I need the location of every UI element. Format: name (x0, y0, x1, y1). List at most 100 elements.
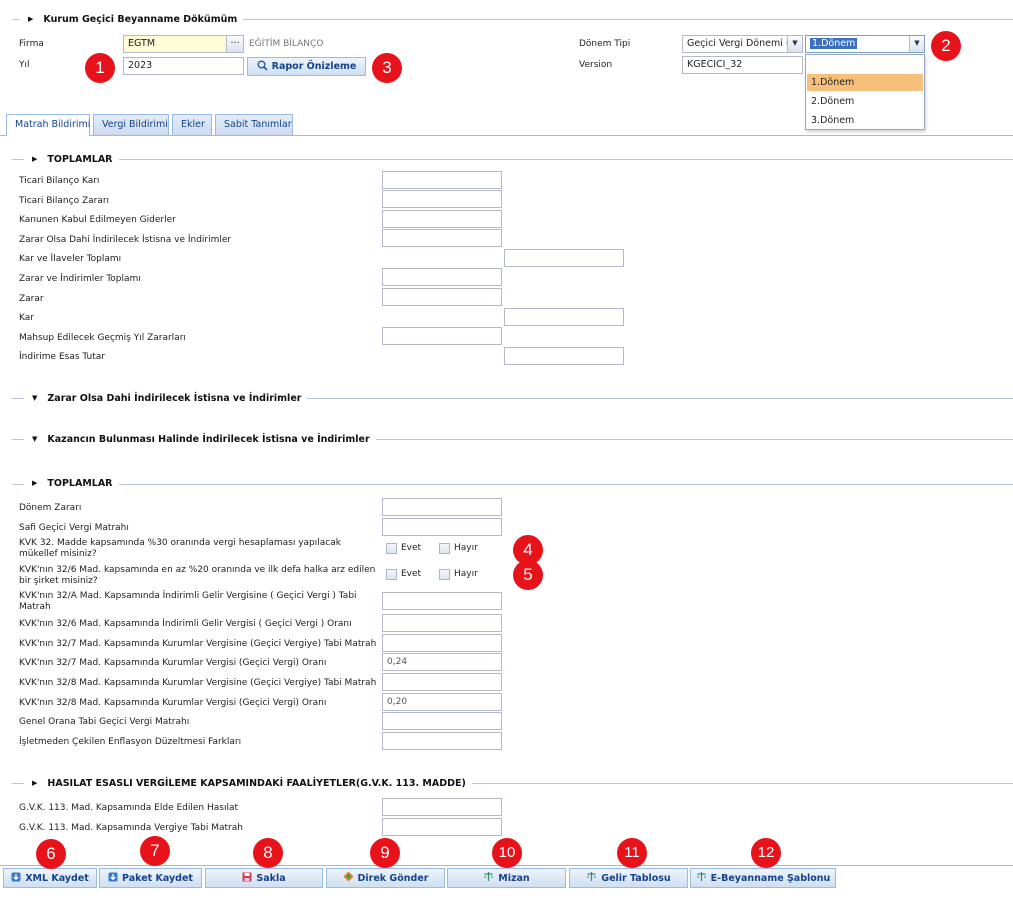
badge-1: 1 (85, 53, 115, 83)
kvk326-oran-input[interactable] (382, 614, 502, 632)
collapse-triangle-icon[interactable]: ▶ (32, 477, 37, 489)
donem-tipi-label: Dönem Tipi (579, 39, 631, 49)
dropdown-option[interactable]: 2.Dönem (807, 93, 923, 110)
donem-tipi-select[interactable]: Geçici Vergi Dönemi ( ▼ (682, 35, 803, 53)
hasilat-input[interactable] (382, 798, 502, 816)
balance-icon (586, 871, 597, 885)
tab-matrah-bildirimi[interactable]: Matrah Bildirimi (6, 114, 90, 136)
kvk328-matrah-label: KVK'nın 32/8 Mad. Kapsamında Kurumlar Ve… (19, 678, 377, 688)
collapse-triangle-icon[interactable]: ▶ (28, 13, 33, 25)
sakla-label: Sakla (256, 872, 286, 884)
dropdown-option[interactable]: 3.Dönem (807, 112, 923, 129)
direk-gonder-button[interactable]: Direk Gönder (326, 868, 445, 888)
header-title: ▶ Kurum Geçici Beyanname Dökümüm (20, 13, 244, 26)
ticari-bilanco-zarari-input[interactable] (382, 190, 502, 208)
e-beyanname-sablonu-button[interactable]: E-Beyanname Şablonu (690, 868, 836, 888)
kvk327-oran-input[interactable]: 0,24 (382, 653, 502, 671)
chevron-down-icon[interactable]: ▼ (787, 36, 802, 52)
kvk328-oran-input[interactable]: 0,20 (382, 693, 502, 711)
badge-7: 7 (140, 836, 170, 866)
section-hasilat: ▶ HASILAT ESASLI VERGİLEME KAPSAMINDAKİ F… (24, 777, 472, 790)
genel-orana-tabi-label: Genel Orana Tabi Geçici Vergi Matrahı (19, 717, 190, 727)
donem-zarari-input[interactable] (382, 498, 502, 516)
row-label: Zarar (19, 294, 44, 304)
zarar-input[interactable] (382, 288, 502, 306)
expand-triangle-icon[interactable]: ▼ (32, 433, 37, 445)
mizan-button[interactable]: Mizan (447, 868, 566, 888)
version-value: KGECICI_32 (687, 59, 743, 70)
download-icon (108, 872, 118, 885)
row-label: Ticari Bilanço Karı (19, 176, 100, 186)
tab-sabit-tanimlar[interactable]: Sabit Tanımlar (215, 114, 293, 135)
enflasyon-farklari-input[interactable] (382, 732, 502, 750)
kkeg-input[interactable] (382, 210, 502, 228)
ticari-bilanco-kari-input[interactable] (382, 171, 502, 189)
yil-field[interactable]: 2023 (123, 57, 244, 75)
badge-3: 3 (372, 53, 402, 83)
ellipsis-icon: ··· (230, 38, 240, 49)
kvk32-hayir-checkbox[interactable] (439, 543, 450, 554)
kvk326-evet-checkbox[interactable] (386, 569, 397, 580)
badge-6: 6 (36, 839, 66, 869)
kvk328-matrah-input[interactable] (382, 673, 502, 691)
chevron-down-icon[interactable]: ▼ (909, 36, 924, 52)
tab-vergi-bildirimi[interactable]: Vergi Bildirimi (93, 114, 169, 135)
kvk326-hayir-checkbox[interactable] (439, 569, 450, 580)
firma-lookup-button[interactable]: ··· (226, 35, 244, 53)
sakla-button[interactable]: Sakla (205, 868, 323, 888)
row-label: Kar (19, 313, 34, 323)
mizan-label: Mizan (498, 872, 530, 884)
tab-ekler[interactable]: Ekler (172, 114, 212, 135)
kvk32-question: KVK 32. Madde kapsamında %30 oranında ve… (19, 538, 341, 559)
section-zarar-olsa-dahi[interactable]: ▼ Zarar Olsa Dahi İndirilecek İstisna ve … (24, 392, 308, 405)
donem-value: 1.Dönem (810, 38, 858, 49)
rapor-button-label: Rapor Önizleme (271, 61, 357, 72)
kvk32a-input[interactable] (382, 592, 502, 610)
mahsup-input[interactable] (382, 327, 502, 345)
kvk32a-label: KVK'nın 32/A Mad. Kapsamında İndirimli G… (19, 591, 357, 612)
version-label: Version (579, 60, 613, 70)
balance-icon (696, 871, 707, 885)
zarar-indirimler-toplami-input[interactable] (382, 268, 502, 286)
donem-select[interactable]: 1.Dönem ▼ (805, 35, 925, 53)
send-icon (343, 871, 354, 885)
rapor-onizleme-button[interactable]: Rapor Önizleme (247, 57, 366, 76)
kar-ilaveler-toplami-input[interactable] (504, 249, 624, 267)
zarar-olsa-dahi-input[interactable] (382, 229, 502, 247)
hasilat-matrah-label: G.V.K. 113. Mad. Kapsamında Vergiye Tabi… (19, 823, 243, 833)
section-kazancin-bulunmasi[interactable]: ▼ Kazancın Bulunması Halinde İndirilecek … (24, 433, 376, 446)
paket-kaydet-label: Paket Kaydet (122, 872, 193, 884)
row-label: Ticari Bilanço Zararı (19, 196, 110, 206)
xml-kaydet-button[interactable]: XML Kaydet (3, 868, 97, 888)
badge-8: 8 (253, 838, 283, 868)
xml-kaydet-label: XML Kaydet (25, 872, 89, 884)
kvk328-oran-label: KVK'nın 32/8 Mad. Kapsamında Kurumlar Ve… (19, 698, 327, 708)
firma-name: EĞİTİM BİLANÇO (249, 39, 324, 49)
gelir-tablosu-button[interactable]: Gelir Tablosu (569, 868, 688, 888)
version-field[interactable]: KGECICI_32 (682, 56, 803, 74)
row-label: Mahsup Edilecek Geçmiş Yıl Zararları (19, 333, 186, 343)
badge-11: 11 (617, 838, 647, 868)
safi-matrah-input[interactable] (382, 518, 502, 536)
dropdown-option[interactable]: 1.Dönem (807, 74, 923, 91)
row-label: Zarar ve İndirimler Toplamı (19, 274, 141, 284)
kar-input[interactable] (504, 308, 624, 326)
donem-tipi-value: Geçici Vergi Dönemi ( (687, 38, 790, 49)
kvk327-matrah-input[interactable] (382, 634, 502, 652)
row-label: Kanunen Kabul Edilmeyen Giderler (19, 215, 176, 225)
kvk32-evet-checkbox[interactable] (386, 543, 397, 554)
section-toplamlar: ▶ TOPLAMLAR (24, 153, 119, 166)
collapse-triangle-icon[interactable]: ▶ (32, 777, 37, 789)
expand-triangle-icon[interactable]: ▼ (32, 392, 37, 404)
save-icon (242, 872, 252, 885)
badge-2: 2 (931, 31, 961, 61)
indirime-esas-tutar-input[interactable] (504, 347, 624, 365)
kvk327-oran-value: 0,24 (387, 657, 408, 667)
genel-orana-tabi-input[interactable] (382, 712, 502, 730)
collapse-triangle-icon[interactable]: ▶ (32, 153, 37, 165)
hasilat-matrah-input[interactable] (382, 818, 502, 836)
kvk327-matrah-label: KVK'nın 32/7 Mad. Kapsamında Kurumlar Ve… (19, 639, 377, 649)
paket-kaydet-button[interactable]: Paket Kaydet (99, 868, 202, 888)
kvk328-oran-value: 0,20 (387, 697, 408, 707)
gelir-tablosu-label: Gelir Tablosu (601, 872, 671, 884)
